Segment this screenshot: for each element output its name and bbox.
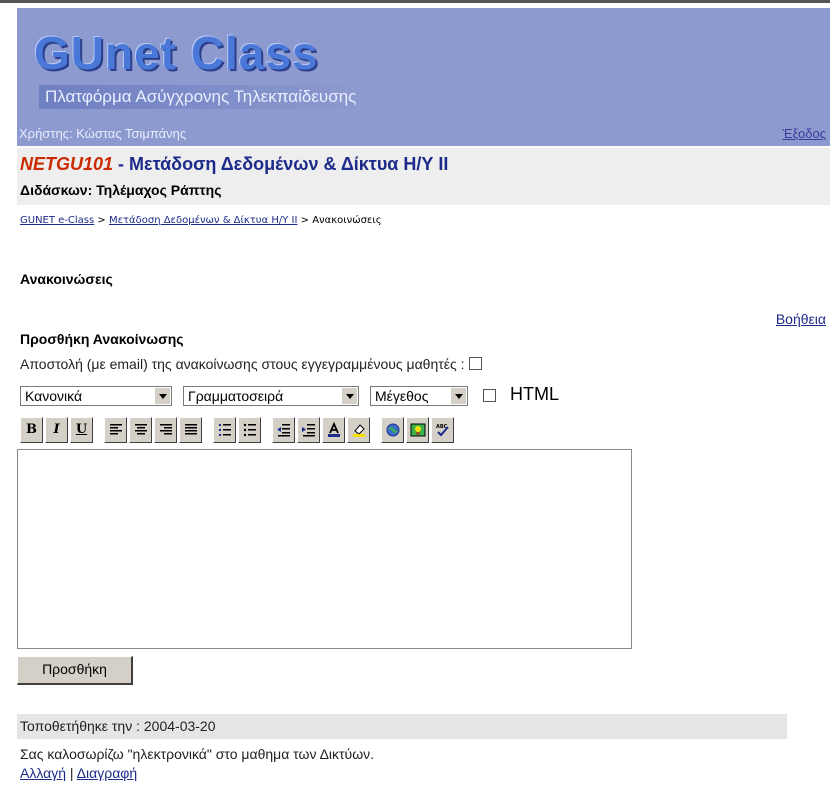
justify-icon[interactable] bbox=[179, 417, 202, 443]
breadcrumb-separator: > bbox=[297, 215, 313, 226]
font-select-value: Γραμματοσειρά bbox=[188, 388, 284, 404]
chevron-down-icon bbox=[341, 388, 357, 404]
delete-link[interactable]: Διαγραφή bbox=[77, 765, 137, 781]
html-checkbox[interactable] bbox=[483, 389, 496, 402]
help-link[interactable]: Βοήθεια bbox=[776, 311, 826, 327]
breadcrumb-separator: > bbox=[94, 215, 109, 226]
page-title: Ανακοινώσεις bbox=[20, 271, 113, 287]
align-center-icon[interactable] bbox=[129, 417, 152, 443]
header-banner: GUnet Class Πλατφόρμα Ασύγχρονης Τηλεκπα… bbox=[17, 8, 830, 118]
email-option: Αποστολή (με email) της ανακοίνωσης στου… bbox=[20, 356, 482, 372]
align-left-icon[interactable] bbox=[104, 417, 127, 443]
image-icon[interactable] bbox=[406, 417, 429, 443]
bullet-list-icon[interactable] bbox=[238, 417, 261, 443]
top-border bbox=[0, 0, 830, 3]
edit-link[interactable]: Αλλαγή bbox=[20, 765, 66, 781]
link-icon[interactable] bbox=[381, 417, 404, 443]
course-title-separator: - bbox=[113, 154, 130, 174]
size-select[interactable]: Μέγεθος bbox=[370, 386, 468, 406]
background-color-icon[interactable] bbox=[347, 417, 370, 443]
ordered-list-icon[interactable] bbox=[213, 417, 236, 443]
bold-icon[interactable]: B bbox=[20, 417, 43, 443]
size-select-value: Μέγεθος bbox=[375, 388, 429, 404]
announcement-date: Τοποθετήθηκε την : 2004-03-20 bbox=[20, 718, 216, 734]
announcement-editor[interactable] bbox=[17, 449, 632, 649]
course-name: Μετάδοση Δεδομένων & Δίκτυα Η/Υ ΙΙ bbox=[129, 154, 449, 174]
course-title: NETGU101 - Μετάδοση Δεδομένων & Δίκτυα Η… bbox=[20, 154, 448, 175]
action-separator: | bbox=[66, 765, 77, 781]
italic-icon[interactable]: I bbox=[45, 417, 68, 443]
announcement-actions: Αλλαγή | Διαγραφή bbox=[20, 765, 137, 781]
email-option-label: Αποστολή (με email) της ανακοίνωσης στου… bbox=[20, 356, 465, 372]
chevron-down-icon bbox=[154, 388, 170, 404]
breadcrumb-course[interactable]: Μετάδοση Δεδομένων & Δίκτυα Η/Υ ΙΙ bbox=[109, 215, 297, 226]
announcement-text: Σας καλοσωρίζω "ηλεκτρονικά" στο μαθημα … bbox=[20, 746, 375, 762]
course-code: NETGU101 bbox=[20, 154, 114, 174]
breadcrumb-home[interactable]: GUNET e-Class bbox=[20, 215, 94, 226]
user-bar: Χρήστης: Κώστας Τσιμπάνης Έξοδος bbox=[17, 118, 830, 146]
email-checkbox[interactable] bbox=[468, 357, 482, 370]
font-select[interactable]: Γραμματοσειρά bbox=[183, 386, 359, 406]
italic-button-label: I bbox=[53, 422, 60, 437]
breadcrumb: GUNET e-Class > Μετάδοση Δεδομένων & Δίκ… bbox=[20, 215, 382, 226]
html-label: HTML bbox=[510, 384, 559, 404]
outdent-icon[interactable] bbox=[272, 417, 295, 443]
logo-subtitle: Πλατφόρμα Ασύγχρονης Τηλεκπαίδευσης bbox=[39, 85, 363, 109]
text-color-icon[interactable] bbox=[322, 417, 345, 443]
style-select[interactable]: Κανονικά bbox=[20, 386, 172, 406]
add-announcement-heading: Προσθήκη Ανακοίνωσης bbox=[20, 331, 184, 347]
logo-text: GUnet Class bbox=[34, 27, 319, 79]
align-right-icon[interactable] bbox=[154, 417, 177, 443]
indent-icon[interactable] bbox=[297, 417, 320, 443]
breadcrumb-current: Ανακοινώσεις bbox=[312, 215, 382, 226]
logout-link[interactable]: Έξοδος bbox=[782, 126, 826, 141]
add-button[interactable]: Προσθήκη bbox=[17, 656, 133, 685]
underline-icon[interactable]: U bbox=[70, 417, 93, 443]
user-label: Χρήστης: Κώστας Τσιμπάνης bbox=[19, 126, 187, 141]
spell-check-icon[interactable]: ABC bbox=[431, 417, 454, 443]
style-select-value: Κανονικά bbox=[25, 388, 83, 404]
underline-button-label: U bbox=[75, 422, 88, 437]
teacher-name: Διδάσκων: Τηλέμαχος Ράπτης bbox=[20, 182, 222, 198]
bold-button-label: B bbox=[26, 422, 37, 437]
logo: GUnet Class bbox=[34, 30, 319, 76]
chevron-down-icon bbox=[450, 388, 466, 404]
